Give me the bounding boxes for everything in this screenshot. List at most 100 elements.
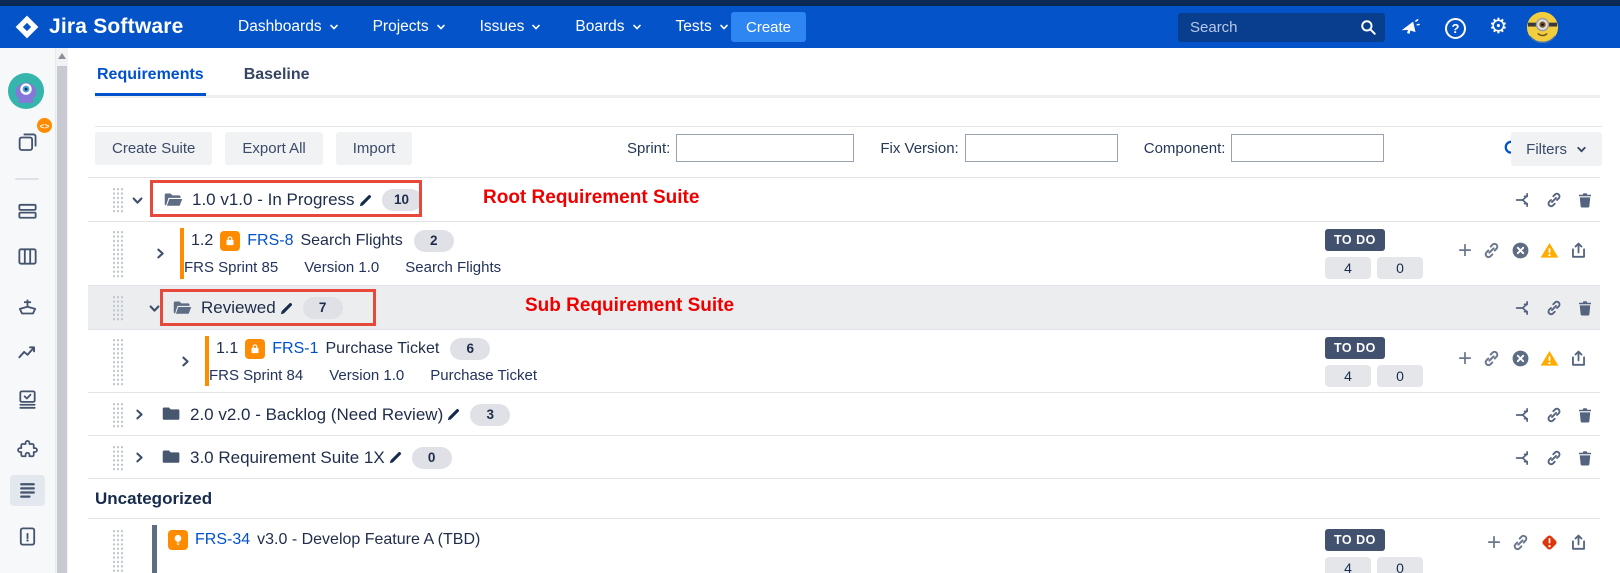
count-pill-b: 0 (1377, 257, 1423, 279)
expand-chevron-icon[interactable] (133, 451, 146, 464)
board-columns-icon[interactable] (16, 245, 39, 268)
link-icon[interactable] (1482, 241, 1501, 260)
issue-key-link[interactable]: FRS-34 (195, 531, 250, 549)
tab-bar-underline (95, 95, 1600, 98)
requirement-summary[interactable]: v3.0 - Develop Feature A (TBD) (257, 531, 480, 549)
backlog-icon[interactable] (16, 200, 39, 223)
uncategorized-header: Uncategorized (88, 478, 1600, 518)
link-icon[interactable] (1545, 449, 1563, 467)
edit-pencil-icon[interactable] (446, 407, 461, 422)
error-icon (1540, 533, 1559, 552)
tab-baseline[interactable]: Baseline (242, 57, 312, 96)
add-icon[interactable]: + (1458, 242, 1472, 260)
suite-title[interactable]: 2.0 v2.0 - Backlog (Need Review) (190, 405, 443, 425)
export-icon[interactable] (1569, 349, 1588, 368)
drag-handle[interactable] (112, 187, 123, 213)
nav-projects[interactable]: Projects (373, 18, 446, 36)
help-icon[interactable]: ? (1445, 18, 1466, 39)
user-avatar[interactable] (1527, 12, 1558, 43)
remove-circle-icon[interactable] (1511, 241, 1530, 260)
suite-row-reviewed: Reviewed 7 Sub Requirement Suite (88, 285, 1600, 329)
add-icon[interactable]: + (1487, 534, 1501, 552)
nav-tests[interactable]: Tests (676, 18, 729, 36)
trash-icon[interactable] (1576, 191, 1594, 209)
suite-count-badge: 7 (303, 297, 343, 319)
drag-handle[interactable] (112, 445, 123, 471)
issue-key-link[interactable]: FRS-8 (247, 232, 293, 250)
link-icon[interactable] (1545, 299, 1563, 317)
requirements-icon[interactable] (16, 479, 39, 502)
nav-menu: Dashboards Projects Issues Boards Tests (238, 6, 729, 48)
move-split-icon[interactable] (1514, 191, 1532, 209)
tab-requirements[interactable]: Requirements (95, 57, 206, 96)
project-avatar[interactable]: <> (7, 72, 45, 110)
nav-search-box (1178, 13, 1385, 42)
tab-bar: Requirements Baseline (95, 57, 312, 96)
scrollbar-up-arrow[interactable] (58, 53, 66, 59)
link-icon[interactable] (1545, 406, 1563, 424)
minion-avatar-image (1527, 12, 1558, 43)
search-icon[interactable] (1359, 18, 1377, 36)
import-button[interactable]: Import (336, 132, 413, 165)
suite-row-root: 1.0 v1.0 - In Progress 10 Root Requireme… (88, 177, 1600, 221)
drag-handle[interactable] (112, 529, 123, 573)
link-icon[interactable] (1482, 349, 1501, 368)
pages-icon[interactable] (16, 525, 39, 548)
edit-pencil-icon[interactable] (388, 450, 403, 465)
drag-handle[interactable] (112, 230, 123, 278)
status-badge: TO DO (1325, 529, 1385, 551)
expand-chevron-icon[interactable] (154, 247, 167, 260)
requirement-summary[interactable]: Purchase Ticket (325, 340, 439, 358)
edit-pencil-icon[interactable] (279, 301, 294, 316)
sprint-input[interactable] (676, 134, 854, 162)
export-icon[interactable] (1569, 241, 1588, 260)
add-icon[interactable]: + (1458, 350, 1472, 368)
export-icon[interactable] (1569, 533, 1588, 552)
collapse-chevron-icon[interactable] (148, 302, 161, 315)
suite-title[interactable]: 1.0 v1.0 - In Progress (192, 190, 355, 210)
requirement-summary[interactable]: Search Flights (300, 232, 402, 250)
drag-handle[interactable] (112, 295, 123, 321)
expand-chevron-icon[interactable] (179, 355, 192, 368)
expand-chevron-icon[interactable] (133, 408, 146, 421)
nav-issues[interactable]: Issues (480, 18, 542, 36)
gear-icon[interactable]: ⚙ (1489, 15, 1508, 39)
create-suite-button[interactable]: Create Suite (95, 132, 212, 165)
suite-title[interactable]: 3.0 Requirement Suite 1X (190, 448, 385, 468)
suite-title[interactable]: Reviewed (201, 298, 276, 318)
filters-button[interactable]: Filters (1511, 132, 1602, 166)
boards-icon[interactable] (16, 131, 39, 154)
component-input[interactable] (1231, 134, 1384, 162)
megaphone-icon[interactable] (1398, 17, 1420, 39)
fix-version-input[interactable] (965, 134, 1118, 162)
search-input[interactable] (1178, 13, 1385, 42)
jira-brand[interactable]: Jira Software (14, 6, 184, 48)
scrollbar-thumb[interactable] (57, 66, 67, 573)
link-icon[interactable] (1511, 533, 1530, 552)
create-button[interactable]: Create (731, 12, 806, 42)
addons-icon[interactable] (16, 438, 39, 461)
folder-open-icon (163, 190, 184, 211)
drag-handle[interactable] (112, 402, 123, 428)
sidebar-scrollbar[interactable] (55, 48, 68, 573)
move-split-icon[interactable] (1514, 449, 1532, 467)
trash-icon[interactable] (1576, 406, 1594, 424)
move-split-icon[interactable] (1514, 406, 1532, 424)
nav-boards[interactable]: Boards (575, 18, 641, 36)
reports-icon[interactable] (16, 341, 39, 364)
trash-icon[interactable] (1576, 449, 1594, 467)
nav-dashboards[interactable]: Dashboards (238, 18, 339, 36)
export-all-button[interactable]: Export All (225, 132, 322, 165)
move-split-icon[interactable] (1514, 299, 1532, 317)
issue-key-link[interactable]: FRS-1 (272, 340, 318, 358)
remove-circle-icon[interactable] (1511, 349, 1530, 368)
fix-version-label: Fix Version: (880, 140, 958, 157)
link-icon[interactable] (1545, 191, 1563, 209)
edit-pencil-icon[interactable] (358, 193, 373, 208)
drag-handle[interactable] (112, 338, 123, 386)
trash-icon[interactable] (1576, 299, 1594, 317)
releases-icon[interactable] (16, 295, 39, 318)
chevron-down-icon (531, 22, 541, 32)
issues-icon[interactable] (16, 388, 39, 411)
collapse-chevron-icon[interactable] (131, 194, 144, 207)
